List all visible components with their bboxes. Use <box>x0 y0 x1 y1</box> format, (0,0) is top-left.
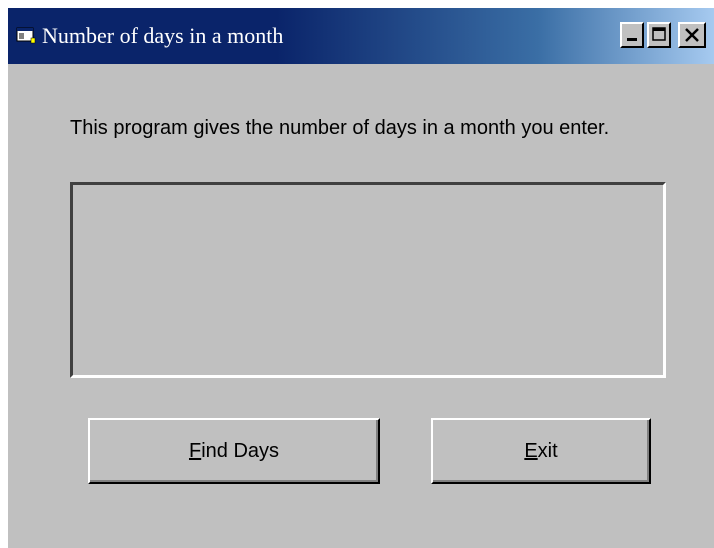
minimize-button[interactable] <box>620 22 644 48</box>
close-icon <box>685 28 699 42</box>
maximize-icon <box>652 27 666 41</box>
exit-label: Exit <box>524 440 557 463</box>
maximize-button[interactable] <box>647 22 671 48</box>
minimize-icon <box>627 38 637 41</box>
description-label: This program gives the number of days in… <box>70 117 610 139</box>
output-box <box>70 182 666 378</box>
find-days-label-rest: ind Days <box>201 439 280 462</box>
close-button[interactable] <box>678 22 706 48</box>
exit-accelerator: E <box>524 439 538 462</box>
title-bar[interactable]: Number of days in a month <box>8 8 714 64</box>
app-window: Number of days in a month This program g… <box>8 8 714 548</box>
app-window-icon <box>16 27 36 44</box>
find-days-label: Find Days <box>189 440 279 463</box>
find-days-accelerator: F <box>188 439 202 462</box>
window-title: Number of days in a month <box>42 23 284 48</box>
find-days-button[interactable]: Find Days <box>88 418 380 484</box>
exit-label-rest: xit <box>537 439 558 462</box>
exit-button[interactable]: Exit <box>431 418 651 484</box>
